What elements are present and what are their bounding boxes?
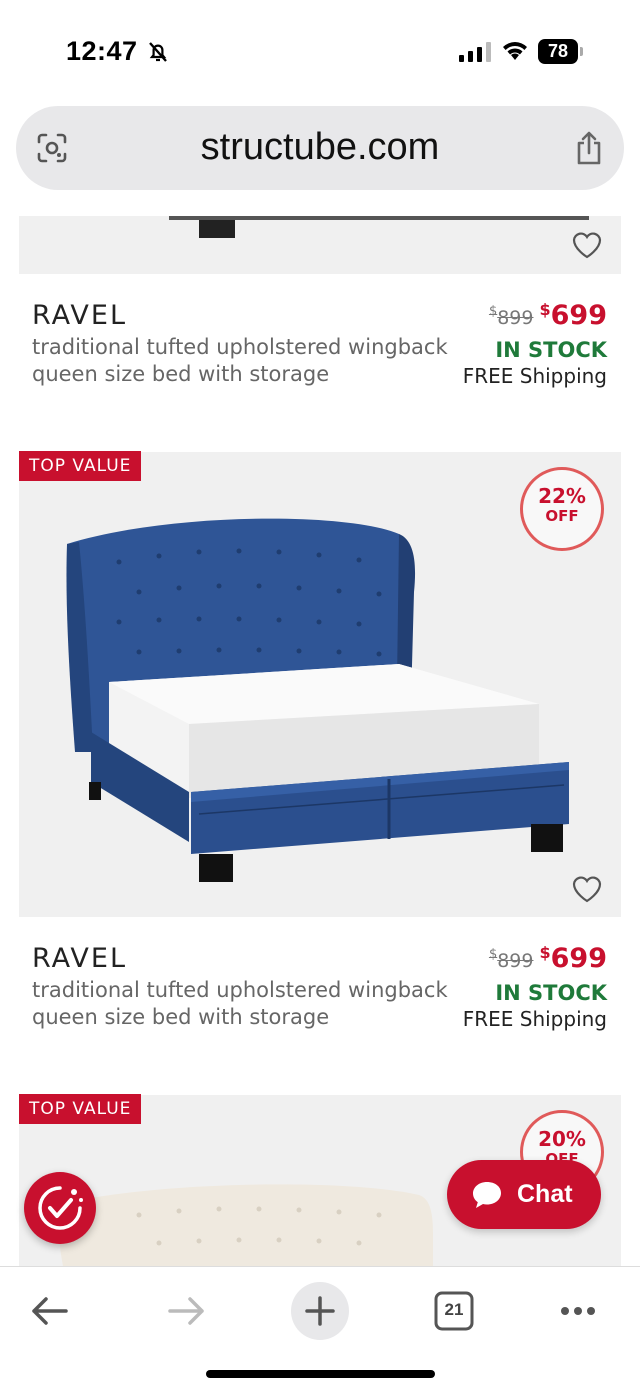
home-indicator[interactable]	[206, 1370, 435, 1378]
stock-status: IN STOCK	[495, 981, 607, 1005]
discount-percent: 20%	[538, 1127, 586, 1151]
top-value-badge: TOP VALUE	[19, 1094, 142, 1124]
share-icon[interactable]	[574, 130, 604, 166]
forward-icon[interactable]	[156, 1281, 216, 1341]
new-price: $699	[539, 943, 607, 974]
stock-status: IN STOCK	[495, 338, 607, 362]
discount-percent: 22%	[538, 484, 586, 508]
status-time: 12:47	[66, 36, 138, 66]
plus-icon[interactable]	[290, 1281, 350, 1341]
shipping-info: FREE Shipping	[462, 364, 607, 388]
wifi-icon	[503, 42, 527, 60]
battery-level: 78	[538, 39, 578, 64]
product-name[interactable]: RAVEL	[32, 943, 127, 974]
old-price: $899	[488, 304, 534, 329]
bed-illustration	[169, 216, 589, 238]
address-bar[interactable]: structube.com	[16, 106, 624, 190]
shipping-info: FREE Shipping	[462, 1007, 607, 1031]
promo-button[interactable]	[24, 1172, 96, 1244]
signal-icon	[459, 42, 491, 62]
battery-cap	[580, 47, 583, 56]
chat-label: Chat	[517, 1180, 573, 1208]
discount-badge: 22% OFF	[520, 467, 604, 551]
chat-bubble-icon	[473, 1182, 501, 1208]
price-row: $899 $699	[489, 300, 607, 331]
page: 12:47 78 structube.com RAVEL traditional…	[0, 0, 640, 1391]
url-text[interactable]: structube.com	[16, 126, 624, 169]
heart-icon[interactable]	[570, 228, 604, 260]
price-row: $899 $699	[489, 943, 607, 974]
product-description: traditional tufted upholstered wingback …	[32, 978, 448, 1029]
heart-icon[interactable]	[570, 872, 604, 904]
product-image[interactable]	[19, 216, 621, 274]
bell-slash-icon	[149, 42, 167, 62]
status-bar: 12:47 78	[0, 0, 640, 100]
old-price: $899	[488, 947, 534, 972]
top-value-badge: TOP VALUE	[19, 451, 142, 481]
discount-off: OFF	[545, 507, 579, 525]
chat-button[interactable]: Chat	[447, 1160, 601, 1229]
tab-count: 21	[444, 1300, 464, 1319]
new-price: $699	[539, 300, 607, 331]
promo-icon	[38, 1186, 83, 1230]
back-icon[interactable]	[20, 1281, 80, 1341]
more-icon[interactable]	[548, 1281, 608, 1341]
product-description: traditional tufted upholstered wingback …	[32, 335, 448, 386]
battery-icon: 78	[538, 39, 584, 64]
tabs-button[interactable]: 21	[424, 1281, 484, 1341]
product-name[interactable]: RAVEL	[32, 300, 127, 331]
